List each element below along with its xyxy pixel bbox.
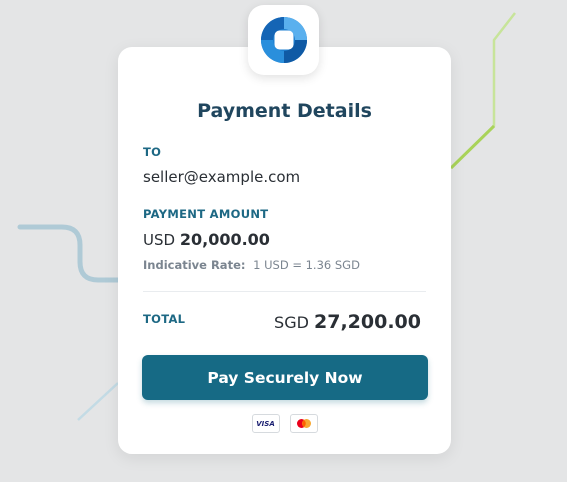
recipient-label: TO [143, 145, 162, 159]
indicative-rate: Indicative Rate: 1 USD = 1.36 SGD [143, 258, 360, 272]
pay-securely-button[interactable]: Pay Securely Now [142, 355, 428, 400]
recipient-email: seller@example.com [143, 168, 301, 186]
divider [143, 291, 426, 292]
total-currency: SGD [274, 313, 309, 332]
total-amount: SGD 27,200.00 [274, 311, 421, 333]
payment-amount: USD 20,000.00 [143, 230, 270, 249]
payment-amount-label: PAYMENT AMOUNT [143, 207, 269, 221]
indicative-rate-value: 1 USD = 1.36 SGD [253, 258, 360, 272]
payment-card: Payment Details TO seller@example.com PA… [118, 47, 451, 454]
total-label: TOTAL [143, 312, 186, 326]
payment-amount-currency: USD [143, 231, 176, 249]
payment-amount-value: 20,000.00 [179, 230, 270, 249]
logo-icon [260, 17, 307, 63]
total-value: 27,200.00 [314, 311, 421, 333]
visa-icon: VISA [251, 414, 280, 433]
indicative-rate-label: Indicative Rate: [143, 258, 246, 272]
app-logo [248, 5, 319, 75]
page-title: Payment Details [197, 100, 372, 122]
mastercard-icon [289, 414, 318, 433]
visa-icon-label: VISA [256, 419, 275, 428]
payment-methods: VISA [118, 414, 451, 433]
